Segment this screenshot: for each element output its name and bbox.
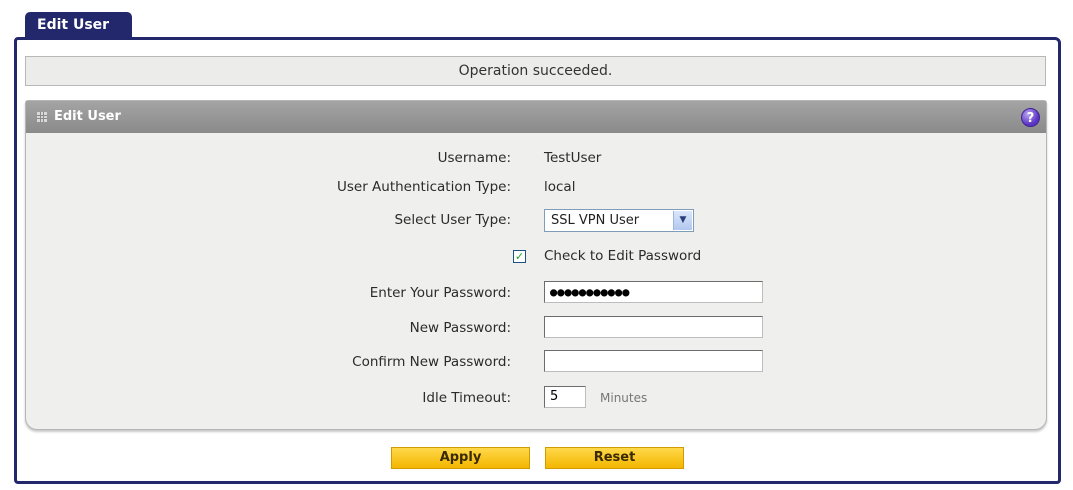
username-label: Username:: [437, 150, 511, 166]
username-value: TestUser: [544, 150, 602, 166]
auth-type-label: User Authentication Type:: [336, 179, 511, 195]
confirm-password-label: Confirm New Password:: [352, 354, 511, 370]
user-type-select[interactable]: SSL VPN User ▼: [544, 209, 694, 232]
edit-password-checkbox[interactable]: ✓: [513, 250, 526, 263]
panel-title: Edit User: [54, 109, 121, 124]
tab-edit-user[interactable]: Edit User: [25, 12, 132, 37]
new-password-label: New Password:: [409, 320, 511, 336]
help-icon[interactable]: ?: [1021, 108, 1040, 127]
user-type-label: Select User Type:: [394, 212, 511, 228]
auth-type-value: local: [544, 179, 576, 195]
user-type-selected: SSL VPN User: [551, 213, 640, 228]
idle-timeout-label: Idle Timeout:: [422, 390, 511, 406]
confirm-password-field[interactable]: [544, 350, 763, 372]
chevron-down-icon[interactable]: ▼: [673, 211, 692, 230]
grip-icon: [37, 112, 47, 122]
idle-timeout-field[interactable]: 5: [544, 386, 586, 408]
status-message: Operation succeeded.: [25, 56, 1046, 86]
new-password-field[interactable]: [544, 316, 763, 338]
apply-button[interactable]: Apply: [391, 447, 530, 469]
edit-password-label: Check to Edit Password: [544, 248, 702, 264]
current-password-label: Enter Your Password:: [369, 285, 511, 301]
idle-timeout-unit: Minutes: [600, 391, 648, 405]
reset-button[interactable]: Reset: [545, 447, 684, 469]
panel-header: Edit User ?: [26, 101, 1046, 133]
edit-user-panel: Edit User ? Username: TestUser User Auth…: [25, 100, 1047, 430]
current-password-field[interactable]: ●●●●●●●●●●●: [544, 281, 763, 303]
